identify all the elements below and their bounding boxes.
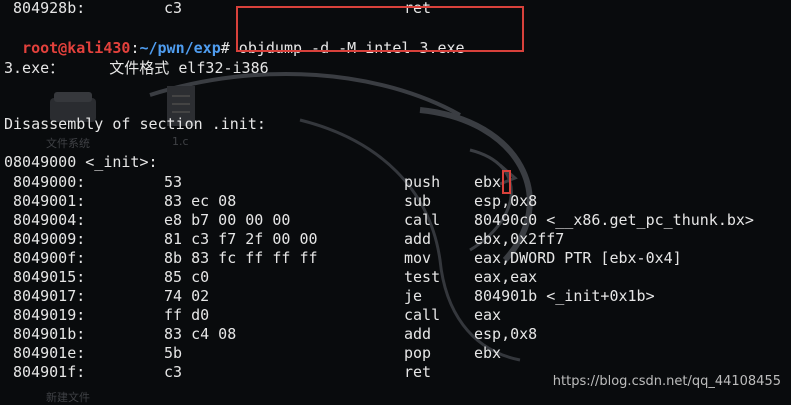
row-opcode: call bbox=[404, 211, 441, 229]
row-opcode: call bbox=[404, 306, 441, 324]
prompt-user-host: root@kali430 bbox=[22, 39, 131, 57]
csdn-watermark: https://blog.csdn.net/qq_44108455 bbox=[552, 374, 781, 389]
row-address: 804901f: bbox=[4, 363, 86, 381]
row-bytes: e8 b7 00 00 00 bbox=[164, 211, 291, 229]
row-bytes: 83 c4 08 bbox=[164, 325, 237, 343]
row-address: 8049017: bbox=[4, 287, 86, 305]
ebx-highlight-box bbox=[502, 170, 511, 194]
prompt-path: ~/pwn/exp bbox=[139, 39, 221, 57]
command-highlight-box bbox=[236, 6, 524, 52]
row-bytes: c3 bbox=[164, 363, 183, 381]
row-operands: eax bbox=[474, 306, 502, 324]
row-opcode: pop bbox=[404, 344, 432, 362]
c-file-label: 1.c bbox=[172, 135, 189, 148]
row-address: 8049009: bbox=[4, 230, 86, 248]
row-operands: ebx bbox=[474, 173, 502, 191]
row-bytes: 5b bbox=[164, 344, 183, 362]
row-opcode: mov bbox=[404, 249, 432, 267]
row-address: 8049004: bbox=[4, 211, 86, 229]
row-address: 8049019: bbox=[4, 306, 86, 324]
row-address: 8049001: bbox=[4, 192, 86, 210]
row-bytes: 85 c0 bbox=[164, 268, 210, 286]
row-address: 8049015: bbox=[4, 268, 86, 286]
partial-row-804928b: 804928b: c3 ret bbox=[4, 0, 431, 18]
row-address: 804900f: bbox=[4, 249, 86, 267]
row-opcode: add bbox=[404, 325, 432, 343]
filesystem-label: 文件系统 bbox=[46, 137, 90, 150]
row-opcode: push bbox=[404, 173, 441, 191]
row-operands: esp,0x8 bbox=[474, 192, 538, 210]
prompt-symbol: # bbox=[220, 39, 230, 57]
row-operands: eax,DWORD PTR [ebx-0x4] bbox=[474, 249, 682, 267]
row-bytes: ff d0 bbox=[164, 306, 210, 324]
section-header-line: Disassembly of section .init: bbox=[4, 115, 266, 133]
row-opcode: add bbox=[404, 230, 432, 248]
row-opcode: test bbox=[404, 268, 441, 286]
row-bytes: 74 02 bbox=[164, 287, 210, 305]
row-address: 804901b: bbox=[4, 325, 86, 343]
row-operands: 804901b <_init+0x1b> bbox=[474, 287, 655, 305]
row-address: 804928b: bbox=[4, 0, 86, 17]
row-address: 804901e: bbox=[4, 344, 86, 362]
row-bytes: 8b 83 fc ff ff ff bbox=[164, 249, 318, 267]
row-opcode: ret bbox=[404, 363, 432, 381]
row-operands: esp,0x8 bbox=[474, 325, 538, 343]
row-bytes: 53 bbox=[164, 173, 183, 191]
row-operands: 80490c0 <__x86.get_pc_thunk.bx> bbox=[474, 211, 754, 229]
row-opcode: sub bbox=[404, 192, 432, 210]
function-label-line: 08049000 <_init>: bbox=[4, 153, 158, 171]
row-bytes: 81 c3 f7 2f 00 00 bbox=[164, 230, 318, 248]
row-bytes: c3 bbox=[164, 0, 183, 17]
row-address: 8049000: bbox=[4, 173, 86, 191]
row-operands: ebx bbox=[474, 344, 502, 362]
row-opcode: je bbox=[404, 287, 423, 305]
file-format-line: 3.exe： 文件格式 elf32-i386 bbox=[4, 59, 269, 77]
row-operands: eax,eax bbox=[474, 268, 538, 286]
row-operands: ebx,0x2ff7 bbox=[474, 230, 565, 248]
row-bytes: 83 ec 08 bbox=[164, 192, 237, 210]
